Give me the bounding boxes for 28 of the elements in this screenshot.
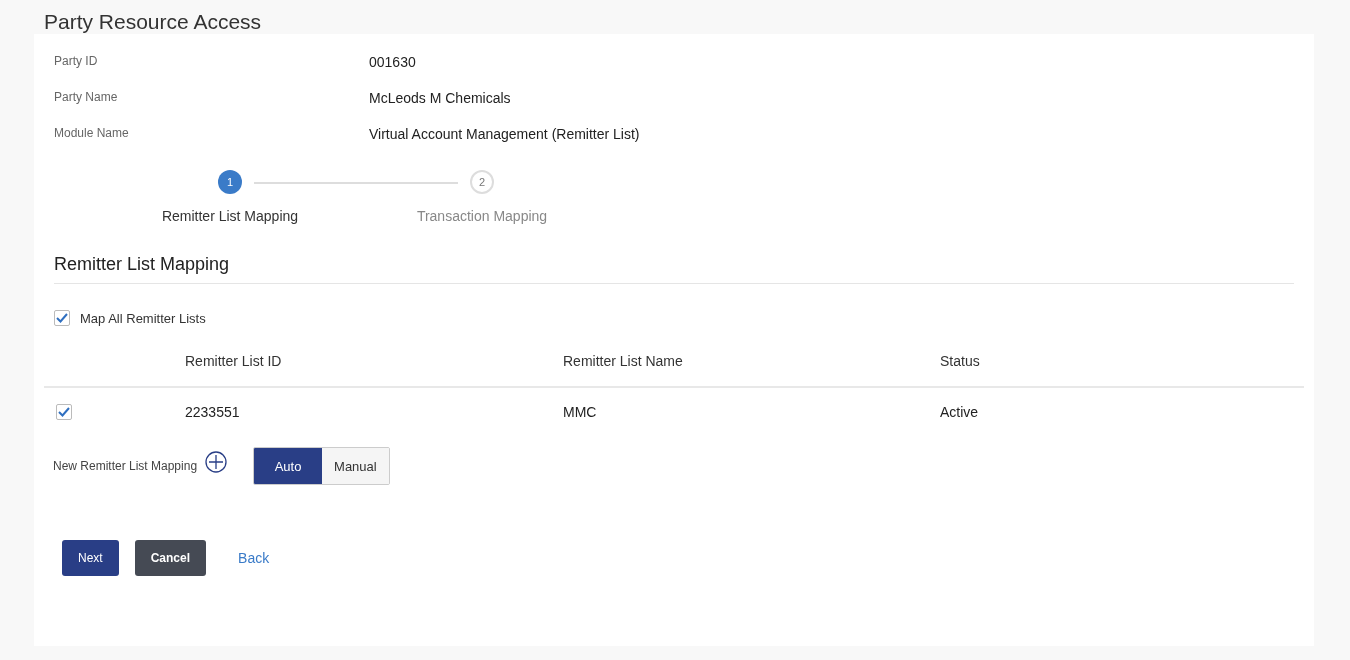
step-label: Transaction Mapping (416, 208, 548, 224)
field-label: Module Name (54, 126, 130, 142)
page-title: Party Resource Access (43, 9, 263, 34)
table-cell-text: Active (940, 404, 980, 420)
section-title: Remitter List Mapping (54, 250, 1294, 284)
table-cell-text: MMC (563, 404, 598, 420)
checkbox[interactable] (54, 310, 70, 326)
add-icon[interactable] (205, 451, 228, 473)
column-header: Remitter List Name (563, 353, 684, 369)
column-header: Remitter List ID (185, 353, 283, 369)
step-number: 1 (218, 170, 242, 194)
field-label: Party ID (54, 54, 99, 70)
checkbox-label: Map All Remitter Lists (80, 310, 206, 326)
toggle-option[interactable]: Manual (322, 448, 389, 484)
toggle-option[interactable]: Auto (254, 448, 323, 484)
cancel-button[interactable]: Cancel (134, 540, 207, 576)
table-cell-text: 2233551 (185, 404, 241, 420)
step-number: 2 (470, 170, 494, 194)
field-value: 001630 (369, 54, 417, 72)
next-button[interactable]: Next (62, 540, 119, 576)
step-label: Remitter List Mapping (161, 208, 299, 224)
column-header: Status (940, 353, 981, 369)
field-label: Party Name (54, 90, 119, 106)
checkbox[interactable] (56, 404, 72, 420)
field-value: McLeods M Chemicals (369, 90, 512, 108)
field-label: New Remitter List Mapping (53, 459, 198, 473)
back-link[interactable]: Back (222, 540, 286, 576)
field-value: Virtual Account Management (Remitter List) (369, 126, 641, 144)
